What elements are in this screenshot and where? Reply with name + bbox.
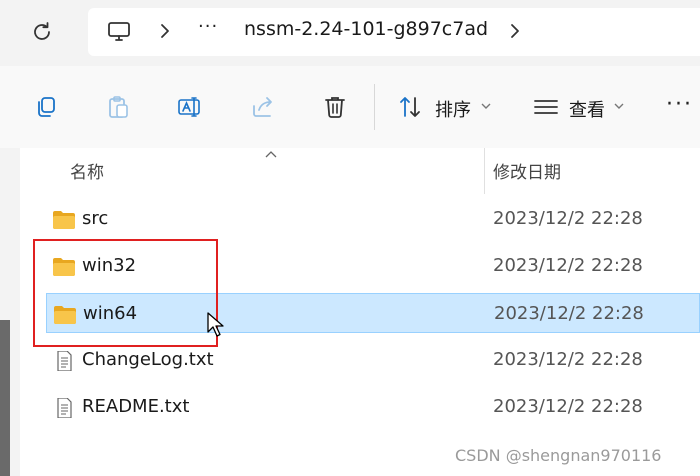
sort-ascending-icon — [265, 151, 277, 158]
this-pc-icon[interactable] — [106, 20, 132, 44]
file-name: ChangeLog.txt — [82, 349, 214, 370]
file-date: 2023/12/2 22:28 — [493, 255, 643, 276]
scrollbar-thumb[interactable] — [0, 320, 10, 476]
copy-icon[interactable] — [33, 94, 59, 120]
navigation-bar: ··· nssm-2.24-101-g897c7ad — [0, 0, 700, 66]
chevron-right-icon[interactable] — [508, 22, 522, 40]
column-header-name[interactable]: 名称 — [70, 158, 104, 183]
command-toolbar: 排序 查看 ··· — [0, 66, 700, 149]
file-date: 2023/12/2 22:28 — [493, 349, 643, 370]
file-name: README.txt — [82, 396, 190, 417]
view-button[interactable]: 查看 — [569, 96, 605, 122]
view-icon[interactable] — [533, 94, 559, 120]
column-header-date-modified[interactable]: 修改日期 — [493, 158, 561, 183]
sort-button[interactable]: 排序 — [435, 96, 471, 122]
breadcrumb-current-folder[interactable]: nssm-2.24-101-g897c7ad — [244, 18, 488, 40]
mouse-cursor-icon — [207, 312, 224, 337]
file-date: 2023/12/2 22:28 — [494, 303, 644, 324]
file-name: src — [82, 208, 109, 229]
watermark: CSDN @shengnan970116 — [455, 446, 662, 465]
more-options-button[interactable]: ··· — [666, 92, 693, 117]
chevron-down-icon[interactable] — [481, 102, 491, 110]
chevron-right-icon[interactable] — [158, 22, 172, 40]
column-divider[interactable] — [484, 148, 485, 194]
file-date: 2023/12/2 22:28 — [493, 396, 643, 417]
breadcrumb-overflow[interactable]: ··· — [198, 16, 218, 37]
highlight-box — [33, 239, 218, 347]
text-file-icon — [57, 351, 72, 371]
file-date: 2023/12/2 22:28 — [493, 208, 643, 229]
list-item[interactable]: src 2023/12/2 22:28 — [46, 199, 700, 239]
delete-icon[interactable] — [322, 94, 348, 120]
paste-icon[interactable] — [105, 94, 131, 120]
text-file-icon — [57, 398, 72, 418]
list-item[interactable]: README.txt 2023/12/2 22:28 — [46, 387, 700, 427]
toolbar-divider — [374, 84, 375, 130]
folder-icon — [53, 211, 75, 229]
share-icon[interactable] — [250, 94, 276, 120]
address-bar[interactable]: ··· nssm-2.24-101-g897c7ad — [88, 8, 700, 56]
rename-icon[interactable] — [177, 94, 203, 120]
chevron-down-icon[interactable] — [614, 102, 624, 110]
sort-icon[interactable] — [398, 94, 424, 120]
refresh-icon[interactable] — [30, 20, 54, 44]
